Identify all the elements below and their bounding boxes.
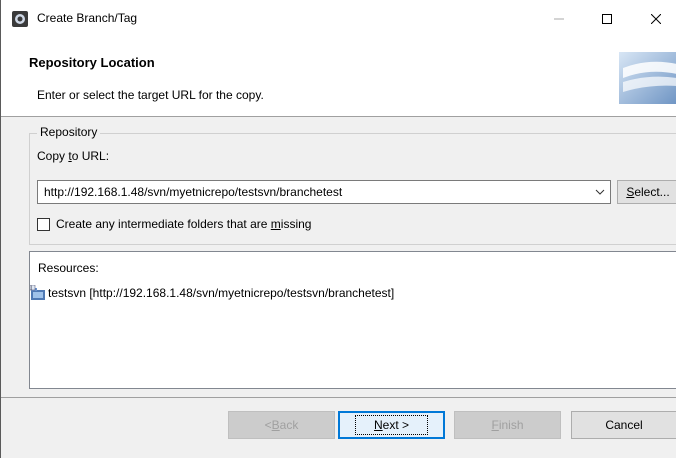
maximize-icon [602,14,612,24]
repository-group-legend: Repository [37,125,101,139]
copy-to-url-combobox[interactable]: http://192.168.1.48/svn/myetnicrepo/test… [37,180,611,204]
finish-button[interactable]: Finish [454,411,561,439]
close-icon [651,14,661,24]
create-intermediate-folders-label: Create any intermediate folders that are… [56,217,312,231]
create-branch-tag-dialog: Create Branch/Tag Repository Location En… [0,0,676,458]
resource-item-text: testsvn [http://192.168.1.48/svn/myetnic… [48,286,395,300]
page-description: Enter or select the target URL for the c… [37,88,264,102]
page-title: Repository Location [29,55,155,70]
url-value: http://192.168.1.48/svn/myetnicrepo/test… [44,185,343,199]
eclipse-app-icon [12,11,28,27]
title-bar: Create Branch/Tag [1,0,676,38]
create-intermediate-folders-option[interactable]: Create any intermediate folders that are… [37,216,311,232]
button-bar-separator [1,397,676,398]
wizard-header: Repository Location Enter or select the … [1,38,676,117]
maximize-button[interactable] [584,0,630,38]
back-button[interactable]: < Back [228,411,335,439]
resource-list-item[interactable]: J testsvn [http://192.168.1.48/svn/myetn… [30,285,394,301]
minimize-icon [554,18,564,20]
svn-project-icon: J [30,285,45,300]
svg-text:J: J [30,285,32,290]
minimize-button[interactable] [536,0,582,38]
subversion-logo-icon [619,52,676,104]
copy-to-url-label: Copy to URL: [37,149,110,163]
window-title: Create Branch/Tag [37,11,138,25]
cancel-button[interactable]: Cancel [571,411,676,439]
resources-panel: Resources: J testsvn [http://192.168.1.4… [29,251,676,389]
next-button[interactable]: Next > [338,411,445,439]
chevron-down-icon[interactable] [594,185,606,199]
close-button[interactable] [633,0,676,38]
create-intermediate-folders-checkbox[interactable] [37,217,50,231]
select-button[interactable]: Select... [617,180,676,204]
resources-label: Resources: [38,261,99,275]
